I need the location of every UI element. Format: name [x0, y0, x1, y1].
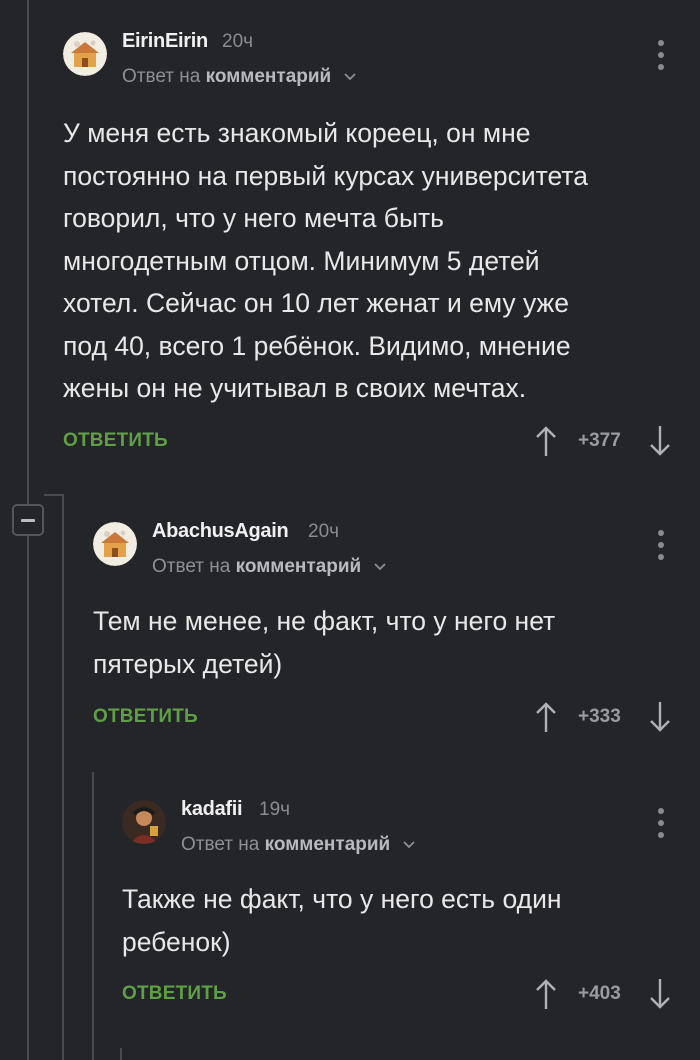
- reply-to-link[interactable]: Ответ на комментарий: [122, 66, 357, 88]
- chevron-down-icon: [343, 66, 357, 88]
- comment-text: Также не факт, что у него есть один ребе…: [122, 884, 562, 957]
- chevron-down-icon: [373, 556, 387, 578]
- cartoon-house-avatar[interactable]: [93, 522, 137, 566]
- comment-header: AbachusAgain 20ч Ответ на комментарий: [93, 520, 700, 584]
- comment-score: +377: [578, 430, 621, 451]
- comment-abachusagain: AbachusAgain 20ч Ответ на комментарий Те…: [93, 520, 700, 740]
- reply-button[interactable]: ОТВЕТИТЬ: [93, 706, 198, 728]
- comment-eirineirin: EirinEirin 20ч Ответ на комментарий У ме…: [63, 30, 700, 470]
- thread-line: [62, 494, 64, 1060]
- collapse-thread-button[interactable]: [12, 504, 44, 536]
- arrow-up-icon[interactable]: [535, 977, 557, 1016]
- comment-actions: ОТВЕТИТЬ +403: [122, 977, 700, 1017]
- more-vertical-icon[interactable]: [656, 530, 666, 560]
- comment-thread: EirinEirin 20ч Ответ на комментарий У ме…: [0, 0, 700, 1060]
- thread-line: [92, 772, 94, 1060]
- comment-score: +403: [578, 983, 621, 1004]
- cartoon-house-avatar[interactable]: [63, 32, 107, 76]
- minus-icon: [21, 518, 35, 522]
- comment-actions: ОТВЕТИТЬ +377: [63, 424, 700, 464]
- thread-branch: [62, 494, 64, 496]
- more-vertical-icon[interactable]: [656, 40, 666, 70]
- comment-header: kadafii 19ч Ответ на комментарий: [122, 798, 700, 862]
- arrow-down-icon[interactable]: [649, 700, 671, 739]
- reply-target: комментарий: [205, 66, 332, 88]
- comment-kadafii: kadafii 19ч Ответ на комментарий Также н…: [122, 798, 700, 1028]
- thread-line: [27, 0, 29, 504]
- comment-actions: ОТВЕТИТЬ +333: [93, 700, 700, 740]
- author-name[interactable]: EirinEirin: [122, 30, 208, 53]
- reply-target: комментарий: [235, 556, 362, 578]
- comment-text: Тем не менее, не факт, что у него нет пя…: [93, 606, 556, 679]
- more-vertical-icon[interactable]: [656, 808, 666, 838]
- arrow-down-icon[interactable]: [649, 977, 671, 1016]
- reply-button[interactable]: ОТВЕТИТЬ: [63, 430, 168, 452]
- author-name[interactable]: kadafii: [181, 798, 243, 821]
- reply-to-link[interactable]: Ответ на комментарий: [181, 834, 416, 856]
- comment-time: 20ч: [308, 521, 340, 542]
- author-name[interactable]: AbachusAgain: [152, 520, 289, 543]
- arrow-up-icon[interactable]: [535, 700, 557, 739]
- reply-button[interactable]: ОТВЕТИТЬ: [122, 983, 227, 1005]
- comment-time: 20ч: [222, 31, 254, 52]
- comment-text: У меня есть знакомый кореец, он мне пост…: [63, 118, 588, 403]
- reply-to-link[interactable]: Ответ на комментарий: [152, 556, 387, 578]
- thread-line: [120, 1048, 122, 1060]
- thread-line: [27, 536, 29, 1060]
- comment-time: 19ч: [259, 799, 291, 820]
- arrow-down-icon[interactable]: [649, 424, 671, 463]
- chevron-down-icon: [402, 834, 416, 856]
- reply-target: комментарий: [264, 834, 391, 856]
- comment-score: +333: [578, 706, 621, 727]
- arrow-up-icon[interactable]: [535, 424, 557, 463]
- thread-branch: [44, 494, 64, 496]
- photo-avatar[interactable]: [122, 800, 166, 844]
- comment-header: EirinEirin 20ч Ответ на комментарий: [63, 30, 700, 94]
